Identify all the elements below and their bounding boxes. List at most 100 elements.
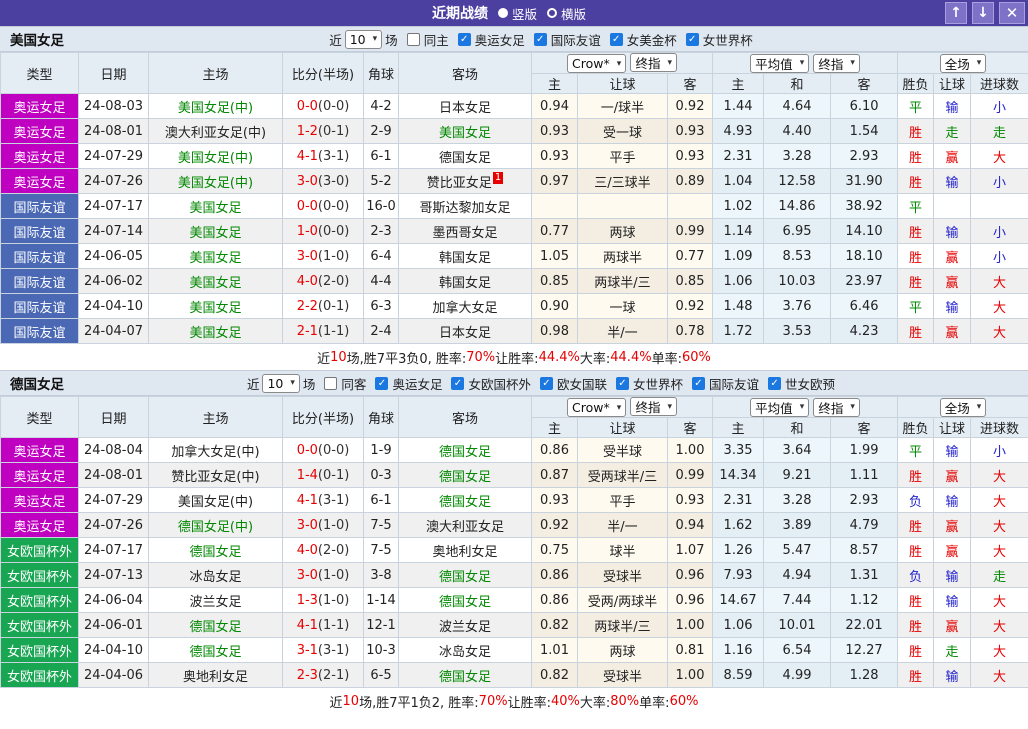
match-type-cell: 奥运女足 [0,512,79,538]
scroll-down-button[interactable]: ↓ [972,2,994,24]
match-type-cell: 奥运女足 [0,487,79,513]
score-cell: 0-0(0-0) [282,93,364,119]
avg-stage-select[interactable]: 终指 ▾ [813,397,860,417]
competition-label: 女世界杯 [632,376,683,392]
scroll-up-button[interactable]: ↑ [945,2,967,24]
date-cell: 24-07-26 [78,512,149,538]
games-label: 场 [302,376,316,392]
matches-table: 类型 日期 主场 比分(半场) 角球 客场 Crow* ▾ 终指 ▾ 平均值 ▾ 终指 ▾ 全场 ▾ 主让球… [0,396,1028,688]
date-cell: 24-07-17 [78,537,149,563]
competition-label: 奥运女足 [474,32,525,48]
avg-away-cell: 1.54 [830,118,899,144]
checkbox-unchecked-icon[interactable] [406,32,420,46]
summary-segment: 近 [317,351,331,367]
away-team-cell: 波兰女足 [398,612,532,638]
result-scope-select[interactable]: 全场 ▾ [939,53,987,73]
away-team-name: 墨西哥女足 [432,225,498,241]
avg-away-cell: 4.23 [830,318,899,344]
handicap-result-cell: 走 [933,637,972,663]
half-time-score: (3-1) [317,148,350,164]
goals-result-cell: 大 [970,318,1028,344]
date-cell: 24-04-10 [78,637,149,663]
full-time-score: 0-0 [296,98,318,114]
column-header: 主场 [148,52,283,94]
checkbox-checked-icon[interactable]: ✓ [533,32,547,46]
competition-label: 女欧国杯外 [468,376,531,392]
date-cell: 24-06-02 [78,268,149,294]
chevron-down-icon: ▾ [799,402,805,412]
date-cell: 24-04-06 [78,662,149,688]
chevron-down-icon: ▾ [290,378,295,388]
full-time-score: 4-0 [296,273,318,289]
sub-column-header: 主 [531,417,578,438]
checkbox-checked-icon[interactable]: ✓ [615,376,629,390]
checkbox-checked-icon[interactable]: ✓ [692,376,705,390]
checkbox-checked-icon[interactable]: ✓ [539,376,553,390]
odds-away-cell: 1.00 [666,612,714,638]
date-cell: 24-06-01 [78,612,149,638]
layout-option-horizontal[interactable]: 横版 [547,4,586,23]
away-team-cell: 德国女足 [398,487,532,513]
avg-source-select[interactable]: 平均值 ▾ [750,53,810,73]
avg-away-cell: 38.92 [830,193,899,219]
match-type-cell: 奥运女足 [0,93,79,119]
match-row: 奥运女足 24-08-01 澳大利亚女足(中) 1-2(0-1) 2-9 美国女足 0.93… [0,118,1028,144]
avg-away-cell: 14.10 [830,218,899,244]
avg-away-cell: 6.10 [830,93,899,119]
match-type-cell: 国际友谊 [0,268,79,294]
avg-home-cell: 1.06 [712,268,765,294]
avg-draw-cell: 6.54 [763,637,832,663]
half-time-score: (1-0) [317,567,350,583]
odds-source-select[interactable]: Crow* ▾ [567,54,627,73]
chevron-down-icon: ▾ [799,58,805,68]
avg-draw-cell: 14.86 [763,193,832,219]
away-team-cell: 德国女足 [398,143,532,169]
avg-draw-cell: 3.64 [763,437,832,463]
away-team-cell: 澳大利亚女足 [398,512,532,538]
checkbox-checked-icon[interactable]: ✓ [768,376,782,390]
checkbox-checked-icon[interactable]: ✓ [457,32,471,46]
odds-away-cell: 1.00 [666,437,714,463]
away-team-name: 韩国女足 [438,250,491,266]
result-cell: 胜 [897,268,935,294]
summary-segment: 单率: [639,695,670,711]
away-team-name: 德国女足 [438,469,491,485]
checkbox-unchecked-icon[interactable] [324,376,338,390]
avg-home-cell: 1.02 [712,193,765,219]
away-team-cell: 德国女足 [398,462,532,488]
match-count-select[interactable]: 10 ▾ [344,29,383,49]
avg-source-select[interactable]: 平均值 ▾ [750,397,810,417]
result-cell: 胜 [897,612,935,638]
result-cell: 胜 [897,512,935,538]
chevron-down-icon: ▾ [850,58,855,68]
checkbox-checked-icon[interactable]: ✓ [609,32,623,46]
handicap-result-cell: 赢 [933,462,972,488]
home-team-name: 美国女足 [189,250,242,266]
avg-stage-select[interactable]: 终指 ▾ [813,53,860,73]
result-cell: 负 [897,562,935,588]
corner-cell: 12-1 [363,612,399,638]
odds-source-select[interactable]: Crow* ▾ [567,398,627,417]
avg-source-select-value: 平均值 [755,56,793,72]
sub-column-header: 客 [666,73,714,94]
odds-home-cell: 0.82 [531,612,578,638]
checkbox-checked-icon[interactable]: ✓ [375,376,389,390]
goals-result-cell: 大 [970,637,1028,663]
result-scope-select[interactable]: 全场 ▾ [939,397,987,417]
avg-stage-select-value: 终指 [818,400,844,416]
match-count-select[interactable]: 10 ▾ [262,373,300,393]
sub-column-header: 进球数 [970,73,1028,94]
layout-option-vertical[interactable]: 竖版 [497,4,537,23]
goals-result-cell: 大 [970,487,1028,513]
home-team-cell: 冰岛女足 [148,562,283,588]
handicap-result-cell: 赢 [933,512,972,538]
odds-stage-select[interactable]: 终指 ▾ [630,397,677,416]
away-team-cell: 韩国女足 [398,243,532,269]
section-header-bar: 德国女足近 10 ▾ 场同客 ✓ 奥运女足 ✓ 女欧国杯外 ✓ 欧女国联 ✓ 女世界杯 ✓ 国际友谊 ✓ 世女… [0,370,1028,396]
full-time-score: 1-0 [296,223,318,239]
checkbox-checked-icon[interactable]: ✓ [685,32,699,46]
close-button[interactable]: ✕ [999,2,1025,24]
full-time-score: 4-1 [296,617,318,633]
checkbox-checked-icon[interactable]: ✓ [451,376,465,390]
odds-stage-select[interactable]: 终指 ▾ [630,53,677,72]
